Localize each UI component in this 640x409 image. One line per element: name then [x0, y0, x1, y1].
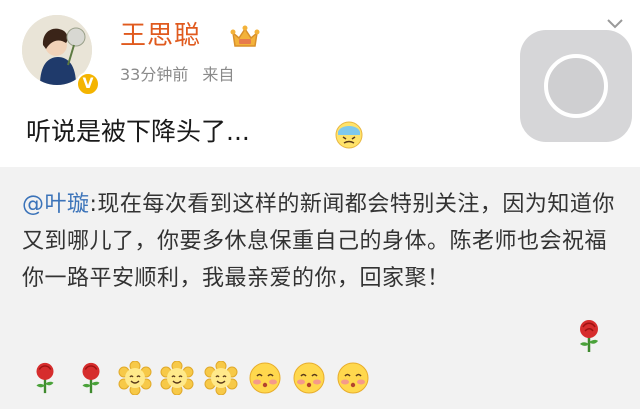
post-meta: 33分钟前 来自	[120, 64, 234, 86]
post-source[interactable]: 来自	[202, 65, 234, 84]
cold-sweat-face-icon	[335, 121, 363, 149]
username[interactable]: 王思聪	[120, 20, 201, 52]
post-time: 33分钟前	[120, 65, 189, 84]
smiling-flower-icon	[160, 361, 194, 395]
repost-text: @叶璇:现在每次看到这样的新闻都会特别关注，因为知道你又到哪儿了，你要多休息保重…	[22, 186, 618, 297]
repost-body: :现在每次看到这样的新闻都会特别关注，因为知道你又到哪儿了，你要多休息保重自己的…	[22, 192, 615, 291]
blushing-face-icon	[293, 362, 325, 394]
blushing-face-icon	[249, 362, 281, 394]
verified-badge: V	[76, 72, 100, 96]
weibo-post: V 王思聪 33分钟前 来自 听说是被下降头了...	[0, 0, 640, 167]
camera-ring-icon	[544, 54, 608, 118]
crown-icon	[230, 25, 260, 47]
smiling-flower-icon	[118, 361, 152, 395]
post-text: 听说是被下降头了...	[26, 117, 250, 146]
camera-app-icon[interactable]	[520, 30, 632, 142]
mention-link[interactable]: @叶璇	[22, 192, 90, 217]
rose-icon	[82, 362, 100, 394]
smiling-flower-icon	[204, 361, 238, 395]
rose-icon	[36, 362, 54, 394]
rose-icon	[580, 320, 598, 352]
blushing-face-icon	[337, 362, 369, 394]
chevron-down-icon[interactable]	[606, 18, 624, 30]
